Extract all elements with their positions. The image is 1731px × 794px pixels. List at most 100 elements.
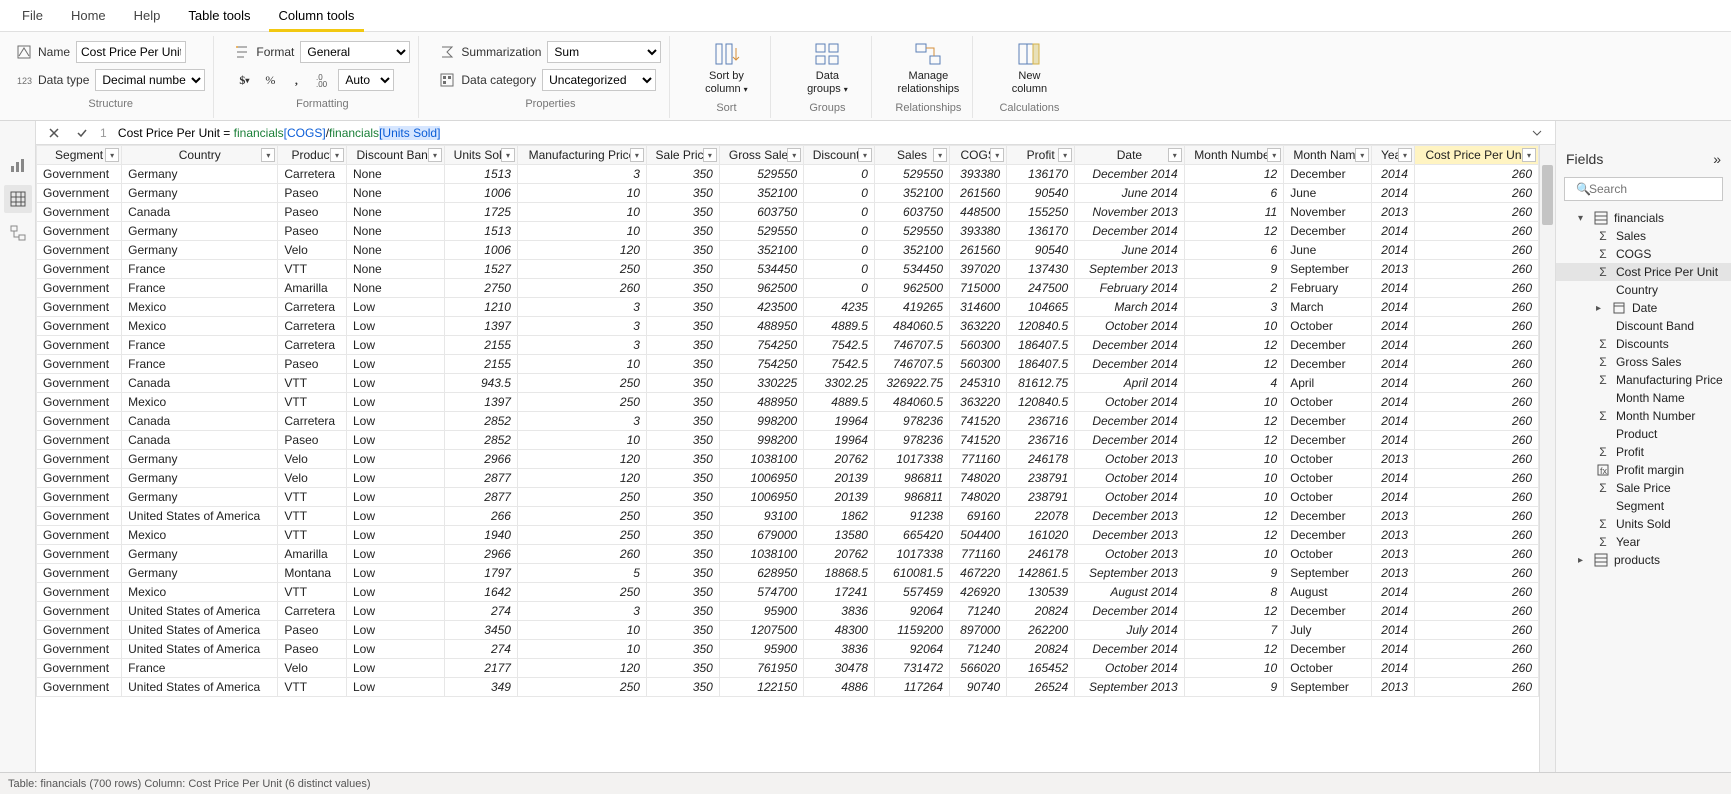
table-cell[interactable]: 574700 bbox=[719, 583, 803, 602]
table-cell[interactable]: 1006 bbox=[445, 184, 518, 203]
table-cell[interactable]: 9 bbox=[1184, 678, 1284, 697]
table-cell[interactable]: 628950 bbox=[719, 564, 803, 583]
table-cell[interactable]: Velo bbox=[278, 659, 347, 678]
sort-by-column-button[interactable]: Sort by column ▾ bbox=[690, 36, 762, 100]
table-cell[interactable]: VTT bbox=[278, 526, 347, 545]
table-cell[interactable]: 18868.5 bbox=[804, 564, 875, 583]
table-cell[interactable]: 998200 bbox=[719, 412, 803, 431]
table-cell[interactable]: 978236 bbox=[874, 431, 949, 450]
fields-field-item[interactable]: ΣUnits Sold bbox=[1556, 515, 1731, 533]
table-cell[interactable]: 393380 bbox=[950, 222, 1007, 241]
table-cell[interactable]: 350 bbox=[646, 374, 719, 393]
table-cell[interactable]: 2155 bbox=[445, 355, 518, 374]
table-cell[interactable]: 2014 bbox=[1372, 659, 1415, 678]
table-cell[interactable]: None bbox=[346, 260, 444, 279]
table-cell[interactable]: 761950 bbox=[719, 659, 803, 678]
table-cell[interactable]: 978236 bbox=[874, 412, 949, 431]
table-cell[interactable]: 467220 bbox=[950, 564, 1007, 583]
table-cell[interactable]: Low bbox=[346, 374, 444, 393]
table-cell[interactable]: October bbox=[1284, 450, 1372, 469]
table-cell[interactable]: 2014 bbox=[1372, 317, 1415, 336]
table-cell[interactable]: 534450 bbox=[874, 260, 949, 279]
table-cell[interactable]: 2014 bbox=[1372, 279, 1415, 298]
table-cell[interactable]: 419265 bbox=[874, 298, 949, 317]
table-cell[interactable]: 488950 bbox=[719, 393, 803, 412]
table-cell[interactable]: 260 bbox=[1414, 374, 1538, 393]
table-cell[interactable]: Velo bbox=[278, 241, 347, 260]
column-header[interactable]: Month Name▾ bbox=[1284, 146, 1372, 165]
table-cell[interactable]: 260 bbox=[1414, 165, 1538, 184]
table-cell[interactable]: 2013 bbox=[1372, 203, 1415, 222]
table-cell[interactable]: 7542.5 bbox=[804, 336, 875, 355]
fields-field-item[interactable]: Segment bbox=[1556, 497, 1731, 515]
table-cell[interactable]: 326922.75 bbox=[874, 374, 949, 393]
table-cell[interactable]: October bbox=[1284, 317, 1372, 336]
table-cell[interactable]: 350 bbox=[646, 298, 719, 317]
table-cell[interactable]: 260 bbox=[1414, 336, 1538, 355]
table-cell[interactable]: 897000 bbox=[950, 621, 1007, 640]
table-cell[interactable]: Low bbox=[346, 507, 444, 526]
decimals-select[interactable]: Auto bbox=[338, 69, 394, 91]
table-cell[interactable]: December 2013 bbox=[1075, 526, 1185, 545]
filter-dropdown-icon[interactable]: ▾ bbox=[933, 148, 947, 162]
table-cell[interactable]: Low bbox=[346, 431, 444, 450]
table-cell[interactable]: 7 bbox=[1184, 621, 1284, 640]
table-cell[interactable]: Low bbox=[346, 336, 444, 355]
table-cell[interactable]: Low bbox=[346, 678, 444, 697]
filter-dropdown-icon[interactable]: ▾ bbox=[1398, 148, 1412, 162]
table-cell[interactable]: Low bbox=[346, 602, 444, 621]
table-cell[interactable]: 1159200 bbox=[874, 621, 949, 640]
table-cell[interactable]: Government bbox=[37, 203, 122, 222]
table-cell[interactable]: 350 bbox=[646, 678, 719, 697]
table-cell[interactable]: 104665 bbox=[1007, 298, 1075, 317]
table-cell[interactable]: 20824 bbox=[1007, 640, 1075, 659]
table-cell[interactable]: 81612.75 bbox=[1007, 374, 1075, 393]
table-cell[interactable]: November bbox=[1284, 203, 1372, 222]
table-cell[interactable]: 260 bbox=[1414, 431, 1538, 450]
table-cell[interactable]: 6 bbox=[1184, 241, 1284, 260]
table-cell[interactable]: 71240 bbox=[950, 640, 1007, 659]
table-cell[interactable]: 0 bbox=[804, 260, 875, 279]
table-cell[interactable]: Government bbox=[37, 564, 122, 583]
table-cell[interactable]: 142861.5 bbox=[1007, 564, 1075, 583]
table-cell[interactable]: 731472 bbox=[874, 659, 949, 678]
table-cell[interactable]: December 2014 bbox=[1075, 336, 1185, 355]
table-cell[interactable]: 529550 bbox=[874, 165, 949, 184]
table-cell[interactable]: 448500 bbox=[950, 203, 1007, 222]
table-cell[interactable]: October bbox=[1284, 469, 1372, 488]
table-cell[interactable]: 2014 bbox=[1372, 583, 1415, 602]
table-cell[interactable]: December bbox=[1284, 602, 1372, 621]
table-cell[interactable]: 260 bbox=[1414, 488, 1538, 507]
table-cell[interactable]: 4889.5 bbox=[804, 317, 875, 336]
table-cell[interactable]: October 2014 bbox=[1075, 659, 1185, 678]
table-cell[interactable]: 260 bbox=[1414, 298, 1538, 317]
table-cell[interactable]: November 2013 bbox=[1075, 203, 1185, 222]
table-cell[interactable]: Government bbox=[37, 659, 122, 678]
table-cell[interactable]: 1038100 bbox=[719, 545, 803, 564]
table-cell[interactable]: 20139 bbox=[804, 469, 875, 488]
table-cell[interactable]: 2155 bbox=[445, 336, 518, 355]
table-cell[interactable]: 260 bbox=[1414, 507, 1538, 526]
table-cell[interactable]: 13580 bbox=[804, 526, 875, 545]
table-cell[interactable]: 529550 bbox=[719, 222, 803, 241]
table-cell[interactable]: 2014 bbox=[1372, 355, 1415, 374]
table-cell[interactable]: 262200 bbox=[1007, 621, 1075, 640]
table-cell[interactable]: 10 bbox=[517, 184, 646, 203]
table-cell[interactable]: 534450 bbox=[719, 260, 803, 279]
table-cell[interactable]: 250 bbox=[517, 393, 646, 412]
table-cell[interactable]: 2177 bbox=[445, 659, 518, 678]
table-cell[interactable]: October bbox=[1284, 659, 1372, 678]
datacategory-select[interactable]: Uncategorized bbox=[542, 69, 656, 91]
data-groups-button[interactable]: Data groups ▾ bbox=[791, 36, 863, 100]
table-cell[interactable]: Paseo bbox=[278, 431, 347, 450]
table-cell[interactable]: VTT bbox=[278, 260, 347, 279]
table-cell[interactable]: Low bbox=[346, 564, 444, 583]
table-cell[interactable]: 12 bbox=[1184, 336, 1284, 355]
table-row[interactable]: GovernmentGermanyPaseoNone10061035035210… bbox=[37, 184, 1539, 203]
filter-dropdown-icon[interactable]: ▾ bbox=[787, 148, 801, 162]
table-cell[interactable]: December bbox=[1284, 355, 1372, 374]
table-cell[interactable]: 1006 bbox=[445, 241, 518, 260]
table-cell[interactable]: 90740 bbox=[950, 678, 1007, 697]
table-cell[interactable]: 186407.5 bbox=[1007, 355, 1075, 374]
table-cell[interactable]: Carretera bbox=[278, 602, 347, 621]
